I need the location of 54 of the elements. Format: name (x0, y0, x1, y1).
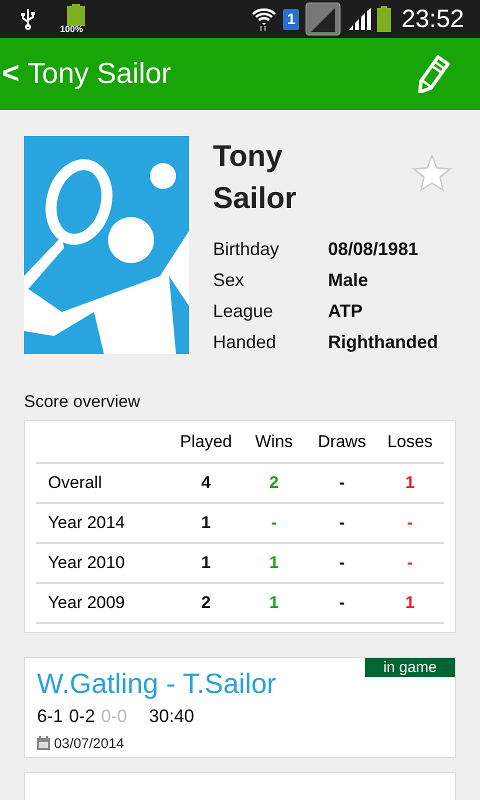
battery-level: 100% (60, 24, 84, 34)
signal-icon (347, 8, 372, 30)
row-label: Overall (47, 473, 103, 493)
table-cell-text: - (338, 553, 346, 573)
table-cell-text: 1 (200, 553, 212, 573)
section-title: Score overview (24, 392, 142, 412)
usb-icon (20, 8, 36, 30)
wifi-icon (251, 6, 278, 32)
match-date: 03/07/2014 (54, 735, 124, 751)
set-score: 0-2 (69, 706, 96, 727)
detail-label: League (213, 301, 274, 322)
table-cell-text: - (270, 513, 278, 533)
table-cell-text: - (338, 593, 346, 613)
detail-label: Handed (213, 332, 278, 353)
star-icon[interactable] (412, 154, 452, 192)
table-cell-text: 1 (200, 513, 212, 533)
column-header: Draws (316, 432, 368, 452)
table-cell-text: - (406, 553, 414, 573)
detail-value: 08/08/1981 (328, 239, 418, 260)
battery-icon (67, 4, 85, 26)
table-cell-text: - (406, 513, 414, 533)
battery-icon (377, 6, 392, 32)
match-card[interactable]: in game W.Gatling - T.Sailor 6-1 0-2 0-0 30:40 03/07/2014 (24, 657, 456, 758)
table-cell-text: 1 (404, 473, 416, 493)
table-cell-text: 1 (268, 553, 280, 573)
game-score: 30:40 (149, 706, 194, 727)
detail-label: Sex (213, 270, 246, 291)
row-label: Year 2014 (47, 513, 126, 533)
match-title: W.Gatling - T.Sailor (37, 668, 276, 700)
screen-title: Tony Sailor (28, 58, 171, 90)
set-score: 0-0 (101, 706, 128, 727)
table-cell-text: 2 (268, 473, 280, 493)
set-score: 6-1 (37, 706, 64, 727)
clock: 23:52 (401, 4, 464, 34)
row-label: Year 2010 (47, 553, 126, 573)
column-header: Loses (386, 432, 434, 452)
detail-value: Male (328, 270, 368, 291)
table-cell-text: 1 (268, 593, 280, 613)
table-cell-text: - (338, 473, 346, 493)
table-cell-text: 2 (200, 593, 212, 613)
sim-badge: 1 (283, 8, 300, 30)
row-label: Year 2009 (47, 593, 126, 613)
column-header: Wins (254, 432, 294, 452)
player-name: Tony Sailor (213, 139, 298, 217)
table-cell-text: 1 (404, 593, 416, 613)
column-header: Played (179, 432, 233, 452)
detail-value: Righthanded (328, 332, 438, 353)
detail-label: Birthday (213, 239, 280, 260)
table-cell-text: 4 (200, 473, 212, 493)
table-cell-text: - (338, 513, 346, 533)
status-badge: in game (365, 658, 455, 677)
edit-icon[interactable] (418, 55, 452, 93)
calendar-icon (37, 736, 50, 750)
detail-value: ATP (328, 301, 363, 322)
